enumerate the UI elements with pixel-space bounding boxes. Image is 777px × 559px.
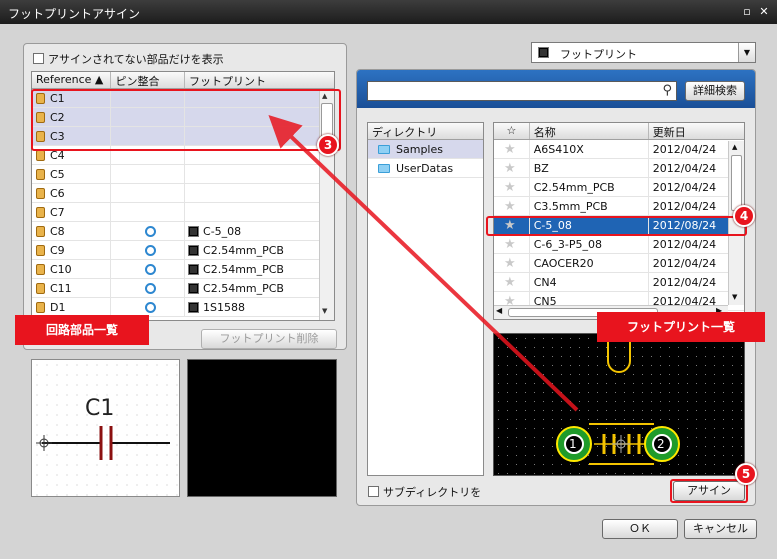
- annotation-arrow: [268, 114, 579, 412]
- selection-highlight-footprint: [486, 216, 747, 236]
- selection-highlight-assign: [670, 479, 748, 503]
- circuit-parts-label: 回路部品一覧: [15, 315, 149, 345]
- step-badge-4: 4: [733, 205, 755, 227]
- selection-highlight-parts: [31, 89, 341, 151]
- step-badge-3: 3: [317, 134, 339, 156]
- footprint-list-label: フットプリント一覧: [597, 312, 765, 342]
- step-badge-5: 5: [735, 463, 757, 485]
